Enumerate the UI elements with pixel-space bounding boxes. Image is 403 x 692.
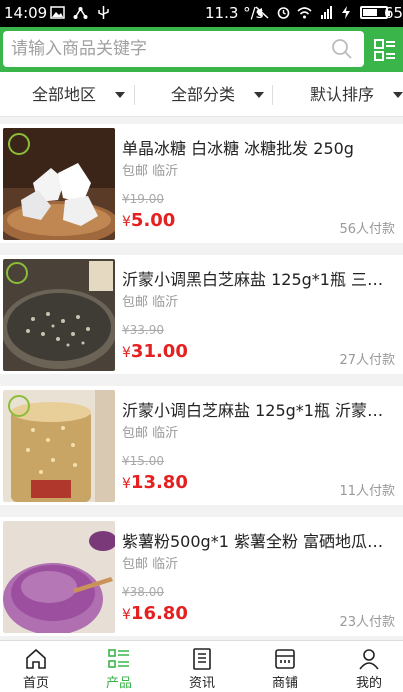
search-box[interactable]: 请输入商品关键字 [3,31,364,67]
sold-count: 23人付款 [339,615,395,630]
caret-down-icon [115,92,125,98]
currency-symbol: ¥ [122,607,131,623]
currency-symbol: ¥ [122,214,131,230]
original-price: ¥19.00 [122,192,164,206]
status-right-icons [255,6,390,19]
product-image-rock-sugar[interactable] [3,128,115,240]
original-price: ¥15.00 [122,454,164,468]
caret-down-icon [393,92,403,98]
product-image-sesame-salt[interactable] [3,259,115,371]
price-value: 16.80 [130,603,188,624]
filter-divider [272,85,273,105]
product-image-purple-potato-powder[interactable] [3,521,115,633]
nav-products[interactable]: 产品 [79,641,159,692]
bottom-nav: 首页 产品 资讯 商铺 我的 [0,640,403,692]
sale-price: ¥16.80 [122,603,188,624]
sold-count: 56人付款 [339,222,395,237]
nav-shops-label: 商铺 [271,676,298,691]
filter-region-label: 全部地区 [32,85,97,104]
product-title[interactable]: 沂蒙小调黑白芝麻盐 125g*1瓶 三瓶优惠装 [122,266,398,290]
product-item[interactable]: 沂蒙小调白芝麻盐 125g*1瓶 沂蒙特产 调味 包邮 临沂 ¥15.00 ¥1… [0,386,403,505]
nav-home-label: 首页 [22,676,49,691]
home-icon [26,648,46,669]
news-icon [193,648,211,670]
product-item[interactable]: 紫薯粉500g*1 紫薯全粉 富硒地瓜粉 烘焙 包邮 临沂 ¥38.00 ¥16… [0,517,403,636]
nav-home[interactable]: 首页 [0,641,76,692]
usb-share-icon [73,7,88,19]
price-value: 5.00 [130,210,176,231]
product-meta: 包邮 临沂 [122,557,179,572]
sale-price: ¥31.00 [122,341,188,362]
shop-icon [275,649,295,669]
product-title[interactable]: 紫薯粉500g*1 紫薯全粉 富硒地瓜粉 烘焙 [122,528,398,552]
image-icon [50,6,65,19]
nav-products-label: 产品 [105,676,132,691]
product-title[interactable]: 沂蒙小调白芝麻盐 125g*1瓶 沂蒙特产 调味 [122,397,398,421]
charging-icon [342,6,350,19]
nav-profile[interactable]: 我的 [329,641,403,692]
header-bar: 请输入商品关键字 [0,27,403,72]
status-time: 14:09 [4,4,48,22]
filter-region[interactable]: 全部地区 [32,72,96,117]
usb-icon [98,6,109,19]
nav-profile-label: 我的 [355,676,382,691]
wifi-icon [297,7,312,19]
price-value: 31.00 [130,341,188,362]
signal-4g-icon [321,6,332,19]
price-value: 13.80 [130,472,188,493]
product-meta: 包邮 临沂 [122,164,179,179]
alarm-icon [277,7,290,19]
filter-bar: 全部地区 全部分类 默认排序 [0,72,403,117]
product-title[interactable]: 单晶冰糖 白冰糖 冰糖批发 250g [122,135,398,159]
search-icon[interactable] [330,37,354,61]
sold-count: 11人付款 [339,484,395,499]
status-left-icons [50,6,111,19]
product-item[interactable]: 沂蒙小调黑白芝麻盐 125g*1瓶 三瓶优惠装 包邮 临沂 ¥33.90 ¥31… [0,255,403,374]
product-meta: 包邮 临沂 [122,426,179,441]
original-price: ¥33.90 [122,323,164,337]
sold-count: 27人付款 [339,353,395,368]
status-bar: 14:09 11.3 °/s 65 [0,0,403,27]
nav-news-label: 资讯 [188,676,215,691]
nav-news[interactable]: 资讯 [162,641,242,692]
battery-percent: 65 [384,4,403,22]
category-menu-icon[interactable] [374,39,396,61]
original-price: ¥38.00 [122,585,164,599]
currency-symbol: ¥ [122,476,131,492]
product-meta: 包邮 临沂 [122,295,179,310]
sale-price: ¥13.80 [122,472,188,493]
search-input[interactable]: 请输入商品关键字 [11,31,147,67]
filter-category[interactable]: 全部分类 [171,72,235,117]
filter-sort-label: 默认排序 [310,85,375,104]
product-image-white-sesame-jar[interactable] [3,390,115,502]
sale-price: ¥5.00 [122,210,175,231]
mute-icon [255,6,269,19]
user-icon [359,649,379,670]
list-icon [108,649,129,668]
filter-sort[interactable]: 默认排序 [310,72,374,117]
nav-shops[interactable]: 商铺 [245,641,325,692]
caret-down-icon [254,92,264,98]
product-item[interactable]: 单晶冰糖 白冰糖 冰糖批发 250g 包邮 临沂 ¥19.00 ¥5.00 56… [0,124,403,243]
currency-symbol: ¥ [122,345,131,361]
filter-category-label: 全部分类 [171,85,236,104]
filter-divider [134,85,135,105]
